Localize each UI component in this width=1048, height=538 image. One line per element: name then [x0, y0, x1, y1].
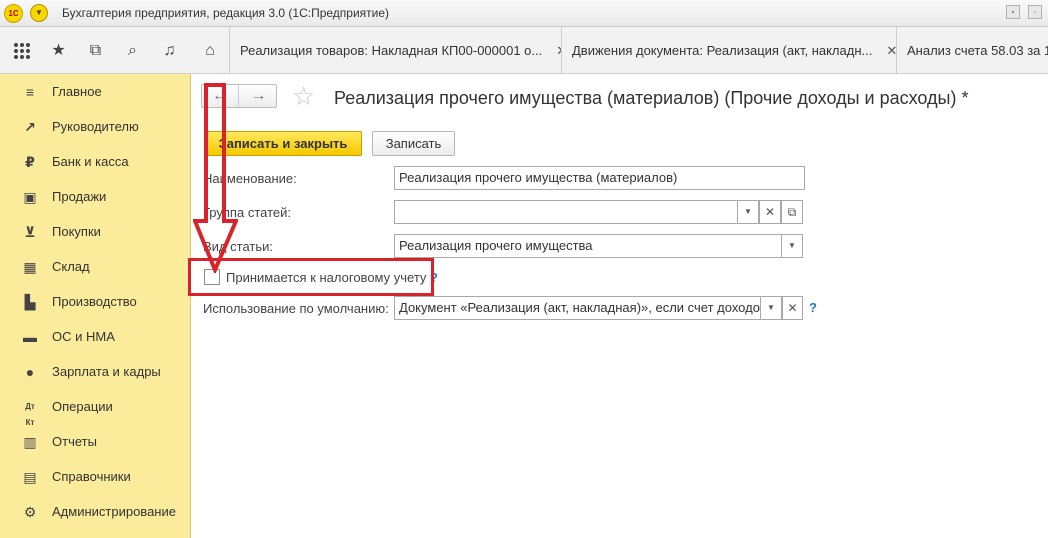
sidebar-item-label: ОС и НМА: [52, 329, 115, 344]
cart-icon: ⊻: [24, 223, 36, 240]
sidebar-item-fixed-assets[interactable]: ▬ ОС и НМА: [0, 319, 191, 354]
group-field[interactable]: [394, 200, 762, 224]
page-title: Реализация прочего имущества (материалов…: [334, 88, 969, 108]
star-icon[interactable]: ★: [50, 42, 67, 59]
tab-sales-invoice[interactable]: Реализация товаров: Накладная КП00-00000…: [229, 27, 561, 74]
sidebar-item-administration[interactable]: ⚙ Администрирование: [0, 494, 191, 529]
bell-icon[interactable]: ♫: [161, 42, 178, 59]
sidebar-item-label: Справочники: [52, 469, 131, 484]
apps-grid-icon[interactable]: [14, 42, 30, 59]
tab-label: Движения документа: Реализация (акт, нак…: [572, 43, 873, 58]
sidebar-item-label: Зарплата и кадры: [52, 364, 161, 379]
sidebar-item-sales[interactable]: ▣ Продажи: [0, 179, 191, 214]
main-menu-button[interactable]: ▼: [30, 4, 48, 22]
person-icon: ●: [25, 363, 35, 380]
sidebar-item-label: Банк и касса: [52, 154, 129, 169]
tab-account-analysis[interactable]: Анализ счета 58.03 за 1: [896, 27, 1048, 74]
sidebar-item-warehouse[interactable]: ▦ Склад: [0, 249, 191, 284]
sidebar-item-label: Продажи: [52, 189, 107, 204]
sidebar: ≡ Главное ↗ Руководителю ₽ Банк и касса …: [0, 74, 191, 538]
default-use-label: Использование по умолчанию:: [203, 301, 389, 316]
tab-label: Анализ счета 58.03 за 1: [907, 43, 1048, 58]
sidebar-item-salary[interactable]: ● Зарплата и кадры: [0, 354, 191, 389]
default-use-clear-button[interactable]: ✕: [782, 296, 803, 320]
annotation-highlight-box: [188, 258, 434, 296]
home-icon[interactable]: ⌂: [195, 35, 225, 66]
search-icon[interactable]: ⌕: [124, 42, 141, 59]
window-title: Бухгалтерия предприятия, редакция 3.0 (1…: [62, 6, 390, 20]
sidebar-item-catalogs[interactable]: ▤ Справочники: [0, 459, 191, 494]
sidebar-item-label: Покупки: [52, 224, 101, 239]
default-use-dropdown-button[interactable]: ▼: [760, 296, 782, 320]
truck-icon: ▬: [23, 328, 37, 345]
name-field[interactable]: Реализация прочего имущества (материалов…: [394, 166, 805, 190]
annotation-arrow: [193, 83, 238, 273]
toolbar: ★ ⧉ ⌕ ♫ ⌂ Реализация товаров: Накладная …: [0, 27, 1048, 74]
favorite-star-icon[interactable]: ☆: [292, 83, 315, 109]
ruble-icon: ₽: [25, 153, 35, 170]
save-button[interactable]: Записать: [372, 131, 455, 156]
dt-kt-icon: Дт Кт: [25, 401, 35, 427]
sidebar-item-label: Руководителю: [52, 119, 139, 134]
shopping-bag-icon: ▣: [23, 188, 37, 205]
sidebar-item-main[interactable]: ≡ Главное: [0, 74, 191, 109]
sidebar-item-manager[interactable]: ↗ Руководителю: [0, 109, 191, 144]
window-controls: ▪ ▫: [1006, 5, 1042, 19]
restore-window-icon[interactable]: ▫: [1028, 5, 1042, 19]
sidebar-item-label: Администрирование: [52, 504, 176, 519]
bar-chart-icon: ▥: [23, 433, 37, 450]
tab-document-movements[interactable]: Движения документа: Реализация (акт, нак…: [561, 27, 896, 74]
sidebar-item-label: Операции: [52, 399, 113, 414]
menu-lines-icon: ≡: [25, 83, 35, 100]
sidebar-item-bank[interactable]: ₽ Банк и касса: [0, 144, 191, 179]
forward-arrow-icon[interactable]: →: [240, 85, 277, 107]
sidebar-item-production[interactable]: ▙ Производство: [0, 284, 191, 319]
tab-label: Реализация товаров: Накладная КП00-00000…: [240, 43, 543, 58]
group-dropdown-button[interactable]: ▼: [737, 200, 759, 224]
sidebar-item-label: Производство: [52, 294, 137, 309]
factory-icon: ▙: [24, 293, 36, 310]
history-icon[interactable]: ⧉: [87, 42, 104, 59]
sidebar-item-label: Склад: [52, 259, 90, 274]
kind-field[interactable]: Реализация прочего имущества: [394, 234, 783, 258]
sidebar-item-label: Главное: [52, 84, 102, 99]
sidebar-item-operations[interactable]: Дт Кт Операции: [0, 389, 191, 427]
default-use-help-icon[interactable]: ?: [809, 300, 817, 315]
default-use-field[interactable]: Документ «Реализация (акт, накладная)», …: [394, 296, 761, 320]
kind-dropdown-button[interactable]: ▼: [781, 234, 803, 258]
sidebar-item-reports[interactable]: ▥ Отчеты: [0, 424, 191, 459]
title-bar: 1С ▼ Бухгалтерия предприятия, редакция 3…: [0, 0, 1048, 27]
save-window-icon[interactable]: ▪: [1006, 5, 1020, 19]
group-clear-button[interactable]: ✕: [759, 200, 781, 224]
sidebar-item-label: Отчеты: [52, 434, 97, 449]
trend-up-icon: ↗: [24, 118, 36, 135]
close-icon[interactable]: ✕: [886, 43, 896, 59]
group-open-button[interactable]: ⧉: [781, 200, 803, 224]
form-area: ← → ☆ Реализация прочего имущества (мате…: [191, 74, 1048, 538]
gear-icon: ⚙: [23, 503, 37, 520]
warehouse-icon: ▦: [23, 258, 37, 275]
toolbar-icons: ★ ⧉ ⌕ ♫: [0, 27, 191, 74]
app-logo-icon: 1С: [4, 4, 23, 23]
sidebar-item-purchases[interactable]: ⊻ Покупки: [0, 214, 191, 249]
book-icon: ▤: [23, 468, 37, 485]
